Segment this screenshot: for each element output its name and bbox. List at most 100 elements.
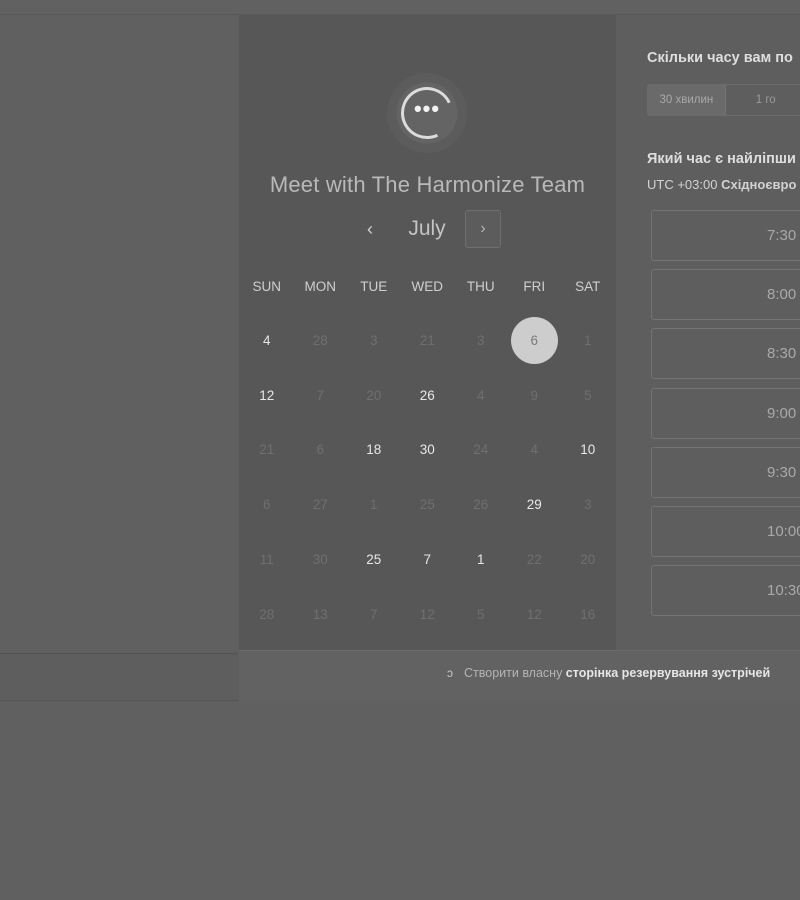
weekday-mon: MON: [304, 279, 337, 294]
calendar-day: 7: [294, 368, 348, 423]
calendar-day: 28: [294, 313, 348, 368]
calendar-day[interactable]: 18: [347, 423, 401, 478]
calendar-day: 22: [508, 532, 562, 587]
selected-day[interactable]: 6: [508, 313, 562, 368]
month-label: July: [408, 217, 446, 240]
day-number: 3: [583, 497, 592, 513]
day-number: 4: [262, 332, 271, 348]
day-number: 5: [476, 606, 485, 622]
day-number: 18: [366, 442, 382, 458]
time-slot-button[interactable]: 9:30: [651, 446, 800, 498]
weekday-header: SUN MON TUE WED THU FRI SAT: [239, 278, 617, 296]
calendar-panel: ••• Meet with The Harmonize Team ‹ July …: [239, 15, 616, 650]
footer-link-text[interactable]: сторінка резервування зустрічей: [566, 666, 770, 680]
calendar-day: 21: [401, 313, 455, 368]
day-number: 11: [259, 552, 274, 568]
calendar-day[interactable]: 10: [561, 423, 615, 478]
calendar-day[interactable]: 25: [347, 532, 401, 587]
day-number: 12: [526, 606, 542, 622]
day-number: 13: [312, 606, 328, 622]
calendar-day: 20: [347, 368, 401, 423]
day-number: 26: [419, 387, 435, 403]
days-grid: 4 28 3 21 3 6 1 12 7 20 26 4 9 5 21 6 18 30 24 4 10 6 27 1 25 26 2…: [239, 313, 617, 642]
duration-option-30min[interactable]: 30 хвилин: [648, 85, 726, 115]
day-number: 25: [419, 497, 435, 513]
create-booking-page-link[interactable]: ↄ Створити власну сторінка резервування з…: [447, 666, 770, 680]
calendar-day: 12: [508, 587, 562, 642]
previous-month-button[interactable]: ‹: [357, 214, 383, 244]
link-icon: ↄ: [447, 666, 453, 680]
calendar-day: 1: [561, 313, 615, 368]
time-question: Який час є найліпши: [647, 151, 796, 167]
day-number: 21: [259, 442, 275, 458]
weekday-wed: WED: [411, 279, 444, 294]
calendar-day: 7: [347, 587, 401, 642]
day-number: 4: [476, 387, 485, 403]
day-number: 7: [423, 552, 431, 568]
day-number: 3: [476, 332, 485, 348]
time-selection-panel: Скільки часу вам по 30 хвилин 1 го Який …: [616, 15, 800, 650]
timezone-offset: UTC +03:00: [647, 177, 722, 192]
day-number: 6: [510, 316, 558, 364]
day-number: 1: [476, 552, 485, 568]
duration-option-1hour[interactable]: 1 го: [726, 85, 800, 115]
calendar-day: 1: [347, 477, 401, 532]
calendar-day[interactable]: 7: [401, 532, 455, 587]
brand-logo: •••: [387, 73, 467, 153]
calendar-day[interactable]: 4: [240, 313, 294, 368]
day-number: 9: [530, 387, 538, 403]
calendar-day[interactable]: 30: [401, 423, 455, 478]
calendar-day[interactable]: 29: [508, 477, 562, 532]
calendar-day: 3: [561, 477, 615, 532]
calendar-day: 12: [401, 587, 455, 642]
day-number: 30: [419, 442, 435, 458]
time-slot-button[interactable]: 10:30: [651, 565, 800, 617]
time-slot-button[interactable]: 8:00: [651, 269, 800, 321]
bottom-background: [0, 701, 800, 900]
duration-selector: 30 хвилин 1 го: [647, 84, 800, 116]
day-number: 28: [259, 606, 275, 622]
calendar-day: 3: [347, 313, 401, 368]
weekday-sun: SUN: [252, 279, 281, 294]
calendar-day: 28: [240, 587, 294, 642]
calendar-day: 4: [508, 423, 562, 478]
month-navigation: ‹ July ›: [239, 210, 616, 252]
next-month-button[interactable]: ›: [465, 210, 501, 248]
left-lower-background: [0, 654, 238, 701]
footer-prefix: Створити власну: [464, 666, 566, 680]
day-number: 5: [583, 387, 592, 403]
page-title: Meet with The Harmonize Team: [269, 172, 586, 197]
day-number: 7: [369, 606, 378, 622]
weekday-fri: FRI: [523, 279, 546, 294]
chat-bubble-icon: •••: [413, 96, 441, 121]
calendar-day[interactable]: 1: [454, 532, 508, 587]
time-slot-button[interactable]: 7:30: [651, 210, 800, 261]
calendar-day: 3: [454, 313, 508, 368]
left-background: [0, 15, 238, 654]
day-number: 28: [312, 332, 328, 348]
calendar-day[interactable]: 12: [240, 368, 294, 423]
calendar-day: 6: [240, 477, 294, 532]
time-slot-button[interactable]: 10:00: [651, 505, 800, 557]
calendar-day: 25: [401, 477, 455, 532]
calendar-day: 6: [294, 423, 348, 478]
calendar-day: 4: [454, 368, 508, 423]
day-number: 25: [366, 552, 382, 568]
day-number: 29: [526, 497, 542, 513]
timezone-name[interactable]: Східноєвро: [721, 177, 796, 192]
time-slot-button[interactable]: 9:00: [651, 387, 800, 439]
calendar-day: 27: [294, 477, 348, 532]
duration-question: Скільки часу вам по: [647, 50, 793, 66]
day-number: 21: [419, 332, 435, 348]
time-slot-button[interactable]: 8:30: [651, 328, 800, 380]
calendar-day: 30: [294, 532, 348, 587]
calendar-day: 26: [454, 477, 508, 532]
weekday-thu: THU: [466, 279, 495, 294]
top-strip: [0, 0, 800, 15]
calendar-day[interactable]: 26: [401, 368, 455, 423]
calendar-day: 13: [294, 587, 348, 642]
calendar-day: 21: [240, 423, 294, 478]
calendar-day: 11: [240, 532, 294, 587]
timezone-label: UTC +03:00 Східноєвро: [647, 177, 796, 192]
day-number: 20: [580, 552, 596, 568]
